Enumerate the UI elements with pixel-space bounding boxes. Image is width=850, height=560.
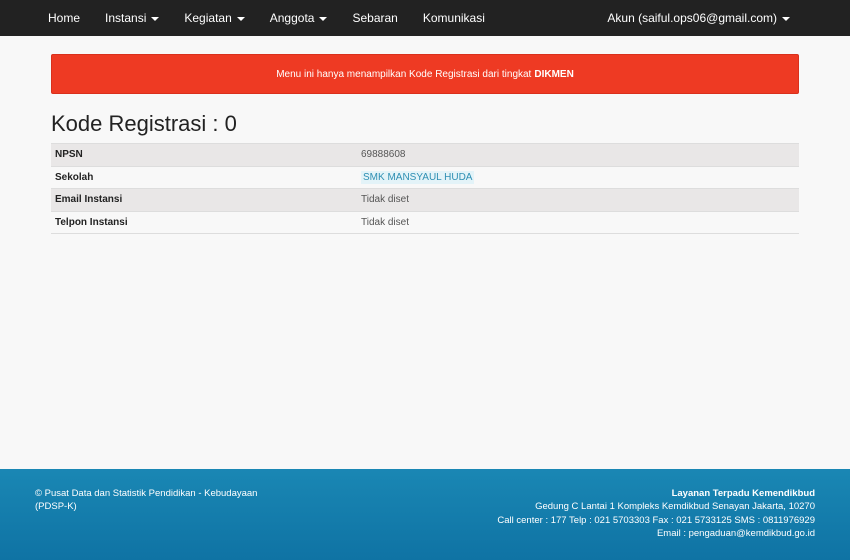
caret-down-icon bbox=[782, 16, 790, 21]
account-label: Akun (saiful.ops06@gmail.com) bbox=[607, 11, 777, 25]
registration-table: NPSN 69888608 Sekolah SMK MANSYAUL HUDA … bbox=[51, 143, 799, 234]
table-row: Email Instansi Tidak diset bbox=[51, 188, 799, 211]
footer-contact: Layanan Terpadu Kemendikbud Gedung C Lan… bbox=[497, 487, 815, 540]
footer-copyright-line: (PDSP-K) bbox=[35, 501, 77, 512]
page-title: Kode Registrasi : 0 bbox=[51, 111, 237, 136]
row-key: NPSN bbox=[55, 149, 83, 161]
nav-sebaran[interactable]: Sebaran bbox=[352, 11, 397, 25]
nav-kegiatan[interactable]: Kegiatan bbox=[184, 11, 245, 25]
caret-down-icon bbox=[236, 16, 245, 21]
nav-home[interactable]: Home bbox=[48, 11, 80, 25]
alert-emphasis: DIKMEN bbox=[534, 68, 574, 80]
row-key: Email Instansi bbox=[55, 194, 123, 206]
caret-down-icon bbox=[319, 16, 328, 21]
school-link[interactable]: SMK MANSYAUL HUDA bbox=[361, 170, 475, 184]
caret-down-icon bbox=[151, 16, 160, 21]
table-row: Sekolah SMK MANSYAUL HUDA bbox=[51, 166, 799, 189]
alert-text: Menu ini hanya menampilkan Kode Registra… bbox=[276, 68, 532, 80]
footer-phone: Call center : 177 Telp : 021 5703303 Fax… bbox=[497, 514, 815, 526]
account-menu[interactable]: Akun (saiful.ops06@gmail.com) bbox=[607, 0, 790, 36]
row-key: Sekolah bbox=[55, 171, 94, 183]
nav-anggota[interactable]: Anggota bbox=[270, 11, 328, 25]
footer-email: Email : pengaduan@kemdikbud.go.id bbox=[656, 527, 815, 539]
nav-instansi[interactable]: Instansi bbox=[105, 11, 160, 25]
row-key: Telpon Instansi bbox=[55, 216, 128, 228]
table-row: NPSN 69888608 bbox=[51, 143, 799, 166]
row-value: Tidak diset bbox=[361, 194, 409, 206]
row-value: 69888608 bbox=[361, 149, 406, 161]
nav-anggota-label: Anggota bbox=[269, 11, 315, 25]
row-value: Tidak diset bbox=[361, 216, 409, 228]
nav-menu: Home Instansi Kegiatan Anggota Sebaran K… bbox=[48, 0, 510, 36]
footer-copyright-line: © Pusat Data dan Statistik Pendidikan - … bbox=[35, 488, 258, 499]
page-footer: © Pusat Data dan Statistik Pendidikan - … bbox=[0, 469, 850, 560]
nav-home-label: Home bbox=[48, 11, 81, 25]
nav-kegiatan-label: Kegiatan bbox=[184, 11, 232, 25]
nav-komunikasi[interactable]: Komunikasi bbox=[423, 11, 485, 25]
account-dropdown[interactable]: Akun (saiful.ops06@gmail.com) bbox=[607, 11, 790, 25]
nav-instansi-label: Instansi bbox=[105, 11, 147, 25]
top-navbar: Home Instansi Kegiatan Anggota Sebaran K… bbox=[0, 0, 850, 36]
footer-contact-title: Layanan Terpadu Kemendikbud bbox=[671, 488, 815, 499]
nav-sebaran-label: Sebaran bbox=[352, 11, 398, 25]
footer-address: Gedung C Lantai 1 Kompleks Kemdikbud Sen… bbox=[535, 501, 815, 513]
footer-copyright: © Pusat Data dan Statistik Pendidikan - … bbox=[35, 487, 295, 513]
row-value: SMK MANSYAUL HUDA bbox=[357, 166, 799, 189]
nav-komunikasi-label: Komunikasi bbox=[422, 11, 485, 25]
info-alert: Menu ini hanya menampilkan Kode Registra… bbox=[51, 54, 799, 94]
table-row: Telpon Instansi Tidak diset bbox=[51, 211, 799, 234]
